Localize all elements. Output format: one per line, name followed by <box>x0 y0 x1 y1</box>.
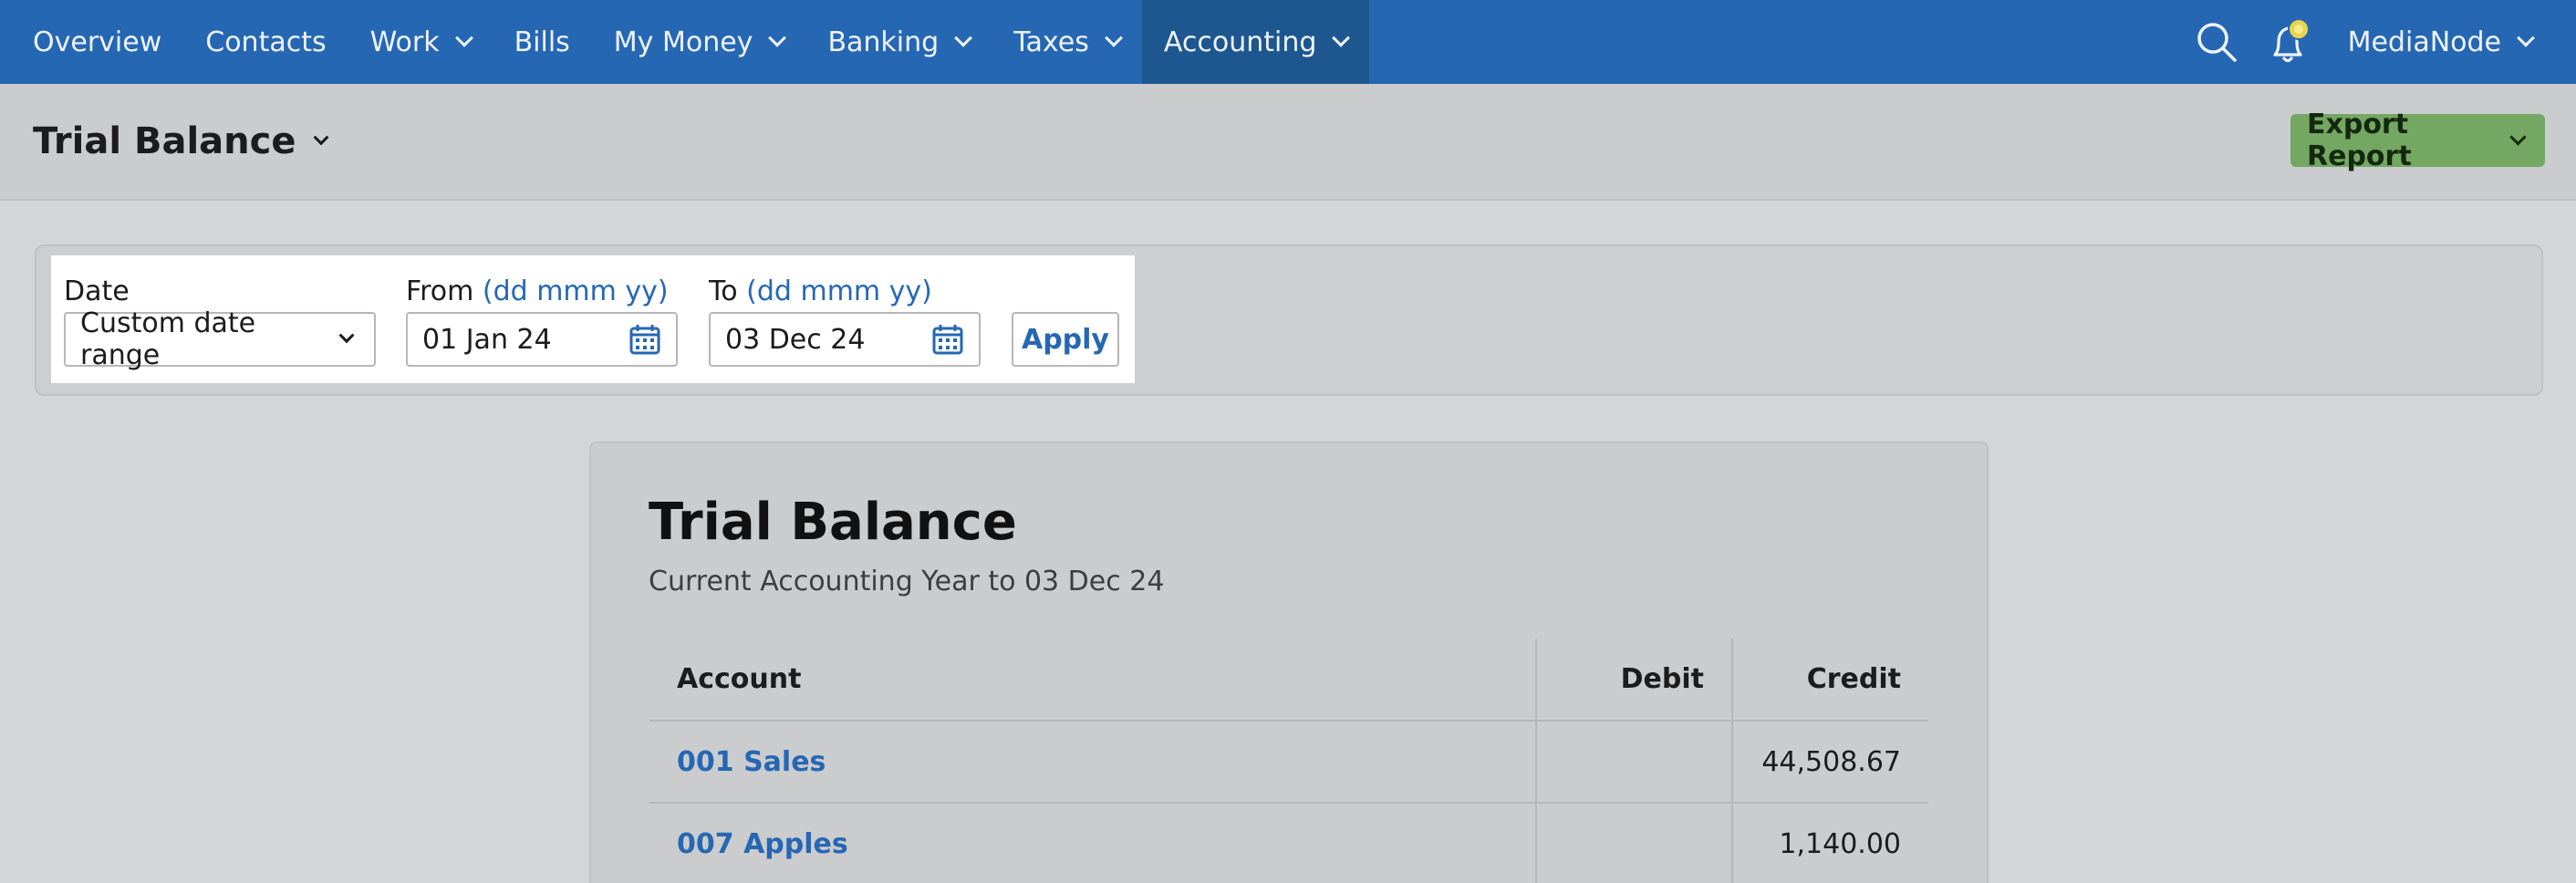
user-name: MediaNode <box>2347 26 2501 58</box>
account-link[interactable]: 001 Sales <box>677 746 826 778</box>
user-menu[interactable]: MediaNode <box>2326 0 2576 84</box>
to-date-field[interactable]: 03 Dec 24 <box>709 312 919 367</box>
report-subtitle: Current Accounting Year to 03 Dec 24 <box>649 566 1165 597</box>
page-header: Trial Balance Export Report <box>0 84 2576 201</box>
from-label-text: From <box>406 275 474 307</box>
debit-cell <box>1535 803 1732 883</box>
chevron-down-icon <box>2517 28 2535 47</box>
apply-button[interactable]: Apply <box>1012 312 1119 367</box>
to-format-hint: (dd mmm yy) <box>746 275 932 307</box>
page-title: Trial Balance <box>33 120 296 162</box>
table-row: 001 Sales 44,508.67 <box>649 721 1928 804</box>
report-selector[interactable]: Trial Balance <box>33 120 329 162</box>
trial-balance-table: Account Debit Credit 001 Sales 44,508.67… <box>649 639 1928 883</box>
credit-cell: 44,508.67 <box>1731 721 1928 804</box>
search-icon <box>2197 23 2237 62</box>
table-row: 007 Apples 1,140.00 <box>649 803 1928 883</box>
credit-cell: 1,140.00 <box>1731 803 1928 883</box>
from-calendar-button[interactable] <box>614 312 678 367</box>
notifications-button[interactable] <box>2253 0 2326 84</box>
apply-label: Apply <box>1021 323 1109 356</box>
nav-item-work[interactable]: Work <box>348 0 493 84</box>
account-cell: 001 Sales <box>649 721 1536 804</box>
nav-label: Accounting <box>1163 26 1317 58</box>
date-range-value: Custom date range <box>80 307 256 371</box>
column-header-credit: Credit <box>1731 639 1928 722</box>
nav-label: Banking <box>827 26 940 58</box>
column-header-debit: Debit <box>1535 639 1732 722</box>
notifications-bell-icon <box>2272 18 2310 63</box>
to-label-text: To <box>709 275 738 307</box>
export-report-button[interactable]: Export Report <box>2290 109 2545 172</box>
chevron-down-icon <box>454 28 473 47</box>
from-date-field[interactable]: 01 Jan 24 <box>406 312 616 367</box>
search-button[interactable] <box>2180 0 2253 84</box>
to-date-value: 03 Dec 24 <box>725 323 866 356</box>
from-date-value: 01 Jan 24 <box>422 323 552 356</box>
from-format-hint: (dd mmm yy) <box>482 275 669 307</box>
nav-item-bills[interactable]: Bills <box>493 0 592 84</box>
nav-label: Overview <box>33 26 162 58</box>
date-label: Date <box>64 275 130 307</box>
from-label: From (dd mmm yy) <box>406 275 669 307</box>
chevron-down-icon <box>338 327 355 344</box>
nav-label: Work <box>369 26 440 58</box>
nav-item-accounting[interactable]: Accounting <box>1141 0 1370 84</box>
to-calendar-button[interactable] <box>917 312 981 367</box>
account-link[interactable]: 007 Apples <box>677 828 848 860</box>
nav-item-my-money[interactable]: My Money <box>592 0 806 84</box>
nav-item-contacts[interactable]: Contacts <box>183 0 348 84</box>
table-header-row: Account Debit Credit <box>649 639 1928 722</box>
calendar-icon <box>629 325 660 355</box>
date-range-select[interactable]: Custom date range <box>64 307 376 371</box>
nav-item-overview[interactable]: Overview <box>0 0 183 84</box>
to-label: To (dd mmm yy) <box>709 275 932 307</box>
nav-item-taxes[interactable]: Taxes <box>992 0 1142 84</box>
chevron-down-icon <box>1332 28 1351 47</box>
top-nav: Overview Contacts Work Bills My Money Ba… <box>0 0 2576 84</box>
nav-right: MediaNode <box>2180 0 2576 84</box>
nav-label: Contacts <box>205 26 327 58</box>
chevron-down-icon <box>1104 28 1123 47</box>
nav-label: Taxes <box>1013 26 1089 58</box>
nav-label: My Money <box>613 26 753 58</box>
calendar-icon <box>932 325 963 355</box>
debit-cell <box>1535 721 1732 804</box>
chevron-down-icon <box>954 28 973 47</box>
nav-label: Bills <box>514 26 570 58</box>
nav-item-banking[interactable]: Banking <box>805 0 992 84</box>
report-title: Trial Balance <box>649 493 1017 552</box>
export-label: Export Report <box>2307 109 2412 172</box>
column-header-account: Account <box>649 639 1536 722</box>
chevron-down-icon <box>313 130 329 146</box>
chevron-down-icon <box>768 28 787 47</box>
account-cell: 007 Apples <box>649 803 1536 883</box>
